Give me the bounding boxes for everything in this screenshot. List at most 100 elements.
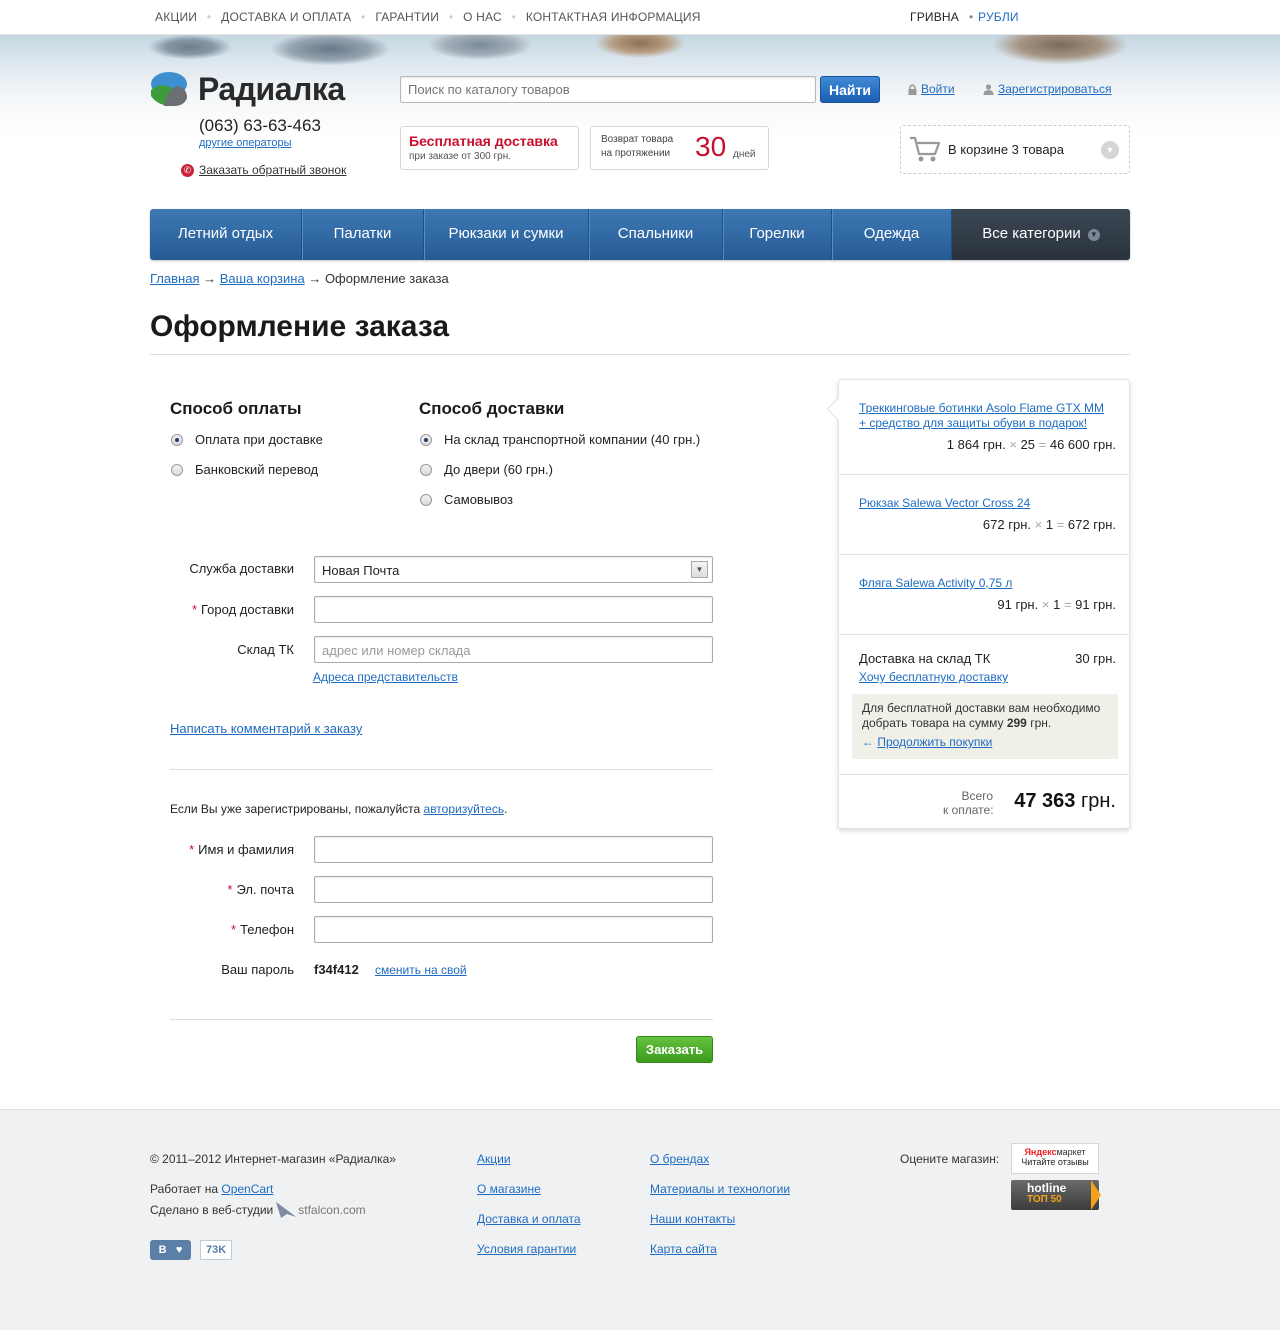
delivery-door-radio[interactable]: До двери (60 грн.) [420,462,553,477]
email-label: * Эл. почта [227,882,294,897]
register-link[interactable]: Зарегистрироваться [983,82,1111,96]
continue-shopping-link[interactable]: ← Продолжить покупки [862,735,1108,750]
warehouse-input[interactable]: адрес или номер склада [314,636,713,663]
hotline-badge[interactable]: hotline ТОП 50 [1011,1180,1101,1210]
free-delivery-title: Бесплатная доставка [409,133,558,149]
callback-link[interactable]: ✆ Заказать обратный звонок [181,163,346,177]
footer-link-materials[interactable]: Материалы и технологии [650,1182,790,1196]
summary-item-name[interactable]: Треккинговые ботинки Asolo Flame GTX MM … [859,401,1114,431]
rate-label: Оцените магазин: [900,1152,1000,1166]
opencart-link[interactable]: OpenCart [221,1182,273,1196]
footer-link-contacts[interactable]: Наши контакты [650,1212,735,1226]
nav-summer[interactable]: Летний отдых [150,209,302,260]
heart-icon: ♥ [175,1244,183,1256]
email-input[interactable] [314,876,713,903]
auth-note-text: Если Вы уже зарегистрированы, пожалуйста [170,802,424,816]
footer-link-delivery[interactable]: Доставка и оплата [477,1212,581,1226]
free-delivery-promo[interactable]: Бесплатная доставка при заказе от 300 гр… [400,126,579,170]
name-label-text: Имя и фамилия [198,842,294,857]
delivery-warehouse-radio[interactable]: На склад транспортной компании (40 грн.) [420,432,700,447]
offices-link[interactable]: Адреса представительств [313,670,458,684]
delivery-pickup-radio[interactable]: Самовывоз [420,492,513,507]
vk-like-count: 73K [200,1240,233,1260]
phone-label: * Телефон [231,922,294,937]
name-input[interactable] [314,836,713,863]
cart-icon [910,136,941,162]
delivery-service-select[interactable]: Новая Почта ▼ [314,556,713,583]
vk-like-button[interactable]: B ♥ [150,1240,191,1260]
name-label: * Имя и фамилия [189,842,294,857]
continue-shopping-label: Продолжить покупки [877,735,993,749]
top-nav-guarantee[interactable]: ГАРАНТИИ [375,10,439,24]
radio-unchecked [171,463,183,476]
submit-order-button[interactable]: Заказать [636,1036,713,1063]
vk-like-widget[interactable]: B ♥ 73K [150,1240,233,1260]
summary-item-name[interactable]: Фляга Salewa Activity 0,75 л [859,576,1012,591]
total-label: Всего [961,789,993,803]
top-nav-about[interactable]: О НАС [463,10,502,24]
currency-rub[interactable]: РУБЛИ [978,10,1019,24]
other-operators-link[interactable]: другие операторы [199,137,292,149]
cart-widget[interactable]: В корзине 3 товара ▼ [900,125,1130,174]
city-label: * Город доставки [191,602,294,617]
studio-link[interactable]: stfalcon.com [298,1203,365,1217]
return-promo[interactable]: Возврат товара на протяжении 30 дней [590,126,769,170]
login-link[interactable]: Войти [908,82,955,96]
yandex-market-badge[interactable]: Яндексмаркет Читайте отзывы [1011,1143,1099,1174]
payment-bank-radio[interactable]: Банковский перевод [171,462,318,477]
summary-item-price: 91 грн. × 1 = 91 грн. [997,597,1116,612]
chevron-down-icon[interactable]: ▼ [1101,141,1119,159]
footer-link-brands[interactable]: О брендах [650,1152,709,1166]
logo[interactable]: Радиалка [150,70,345,108]
page-title: Оформление заказа [150,310,450,343]
phone-icon: ✆ [181,163,194,177]
currency-uah: ГРИВНА [910,10,960,24]
city-input[interactable] [314,596,713,623]
payment-cod-radio[interactable]: Оплата при доставке [171,432,323,447]
auth-note-end: . [504,802,508,816]
breadcrumb: Главная → Ваша корзина → Оформление зака… [150,271,449,286]
top-nav-promotions[interactable]: АКЦИИ [155,10,197,24]
breadcrumb-cart[interactable]: Ваша корзина [220,271,305,286]
summary-item-name[interactable]: Рюкзак Salewa Vector Cross 24 [859,496,1030,511]
nav-burners[interactable]: Горелки [723,209,832,260]
register-label: Зарегистрироваться [998,82,1112,96]
auth-link[interactable]: авторизуйтесь [424,802,505,816]
summary-item-price: 672 грн. × 1 = 672 грн. [982,517,1116,532]
phone-input[interactable] [314,916,713,943]
divider [150,354,1130,355]
footer-link-sitemap[interactable]: Карта сайта [650,1242,717,1256]
login-label: Войти [921,82,955,96]
free-delivery-subtitle: при заказе от 300 грн. [409,151,512,162]
nav-clothing[interactable]: Одежда [832,209,952,260]
footer-link-promotions[interactable]: Акции [477,1152,511,1166]
nav-backpacks[interactable]: Рюкзаки и сумки [424,209,589,260]
return-line2: на протяжении [601,148,671,159]
order-summary: Треккинговые ботинки Asolo Flame GTX MM … [826,379,1130,829]
free-delivery-link[interactable]: Хочу бесплатную доставку [859,670,1008,684]
search-button[interactable]: Найти [820,76,880,103]
service-value: Новая Почта [322,563,400,578]
comment-link[interactable]: Написать комментарий к заказу [170,721,362,736]
payment-cod-label: Оплата при доставке [195,432,323,447]
summary-item: Рюкзак Salewa Vector Cross 24 672 грн. ×… [839,475,1129,555]
nav-tents[interactable]: Палатки [302,209,424,260]
search-input[interactable] [400,76,816,103]
logo-icon [150,70,188,108]
delivery-door-label: До двери (60 грн.) [444,462,553,477]
password-value: f34f412 [314,962,359,977]
nav-sleeping-bags[interactable]: Спальники [589,209,723,260]
footer-link-guarantee[interactable]: Условия гарантии [477,1242,576,1256]
footer-link-about[interactable]: О магазине [477,1182,541,1196]
radio-checked [171,433,183,446]
change-password-link[interactable]: сменить на свой [375,963,467,977]
top-nav-delivery[interactable]: ДОСТАВКА И ОПЛАТА [221,10,351,24]
radio-unchecked [420,493,432,506]
nav-all-categories[interactable]: Все категории ▼ [952,209,1130,260]
top-nav-contacts[interactable]: КОНТАКТНАЯ ИНФОРМАЦИЯ [526,10,701,24]
breadcrumb-home[interactable]: Главная [150,271,199,286]
cart-count-text: В корзине 3 товара [948,142,1065,157]
note-amount: 299 [1006,716,1027,730]
radio-checked [420,433,432,446]
payment-title: Способ оплаты [170,399,302,418]
